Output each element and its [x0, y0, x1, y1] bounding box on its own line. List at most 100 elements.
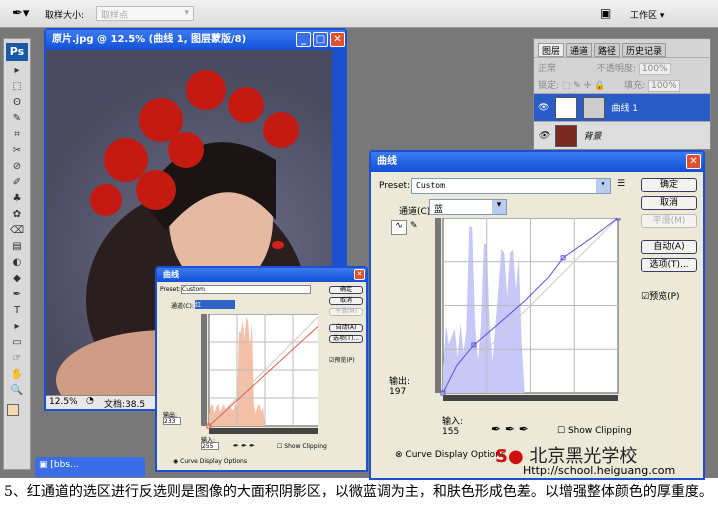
- button-2[interactable]: 平滑(M): [641, 214, 697, 228]
- sample-size-value: 取样点: [101, 11, 129, 21]
- layer-row[interactable]: 👁 背景: [534, 121, 710, 149]
- maximize-button[interactable]: □: [313, 32, 328, 47]
- watermark-logo-icon: S●: [495, 446, 524, 467]
- tool-15[interactable]: T: [6, 305, 28, 320]
- visibility-eye-icon[interactable]: 👁: [538, 131, 549, 141]
- eyedropper-icon[interactable]: ✒▾: [12, 6, 29, 21]
- input-input[interactable]: 255: [201, 442, 219, 450]
- output-value[interactable]: 197: [389, 387, 406, 397]
- tool-2[interactable]: ʘ: [6, 97, 28, 112]
- tool-8[interactable]: ♣: [6, 193, 28, 208]
- show-clipping-label: Show Clipping: [567, 426, 632, 436]
- preset-options-icon[interactable]: ☰: [617, 179, 625, 189]
- input-gradient-bar: [209, 428, 318, 434]
- preview-checkbox[interactable]: ☑预览(P): [641, 289, 680, 302]
- layers-tab-3[interactable]: 历史记录: [622, 43, 667, 57]
- zoom-level[interactable]: 12.5%: [49, 397, 78, 407]
- tool-0[interactable]: ▸: [6, 65, 28, 80]
- minimized-window[interactable]: ▣ [bbs...: [35, 457, 145, 477]
- button-1[interactable]: 取消: [641, 196, 697, 210]
- lock-icons[interactable]: ⬚ ✎ ✛ 🔒: [562, 81, 605, 91]
- document-title: 原片.jpg @ 12.5% (曲线 1, 图层蒙版/8): [52, 34, 247, 45]
- foreground-color-swatch[interactable]: [7, 404, 19, 416]
- tool-14[interactable]: ✒: [6, 289, 28, 304]
- tool-16[interactable]: ▸: [6, 321, 28, 336]
- sample-size-select[interactable]: 取样点 ▾: [96, 6, 194, 21]
- tool-17[interactable]: ▭: [6, 337, 28, 352]
- layers-tab-0[interactable]: 图层: [538, 43, 565, 57]
- opacity-input[interactable]: 100%: [638, 63, 671, 75]
- channel-value: 红: [195, 302, 202, 309]
- button-1[interactable]: 取消: [329, 297, 363, 305]
- layers-tab-1[interactable]: 通道: [566, 43, 593, 57]
- visibility-eye-icon[interactable]: 👁: [538, 103, 549, 113]
- tool-5[interactable]: ✂: [6, 145, 28, 160]
- tool-12[interactable]: ◐: [6, 257, 28, 272]
- dialog-title: 曲线: [163, 270, 179, 279]
- layers-tab-2[interactable]: 路径: [594, 43, 621, 57]
- layer-thumbnail: [555, 124, 578, 147]
- tool-4[interactable]: ⌗: [6, 129, 28, 144]
- dialog-title-bar: 曲线 ✕: [371, 152, 703, 172]
- button-0[interactable]: 确定: [329, 286, 363, 294]
- document-title-bar: 原片.jpg @ 12.5% (曲线 1, 图层蒙版/8) _ □ ✕: [46, 30, 345, 50]
- tool-13[interactable]: ◆: [6, 273, 28, 288]
- layer-row[interactable]: 👁 曲线 1: [534, 93, 710, 121]
- layer-name: 背景: [583, 132, 602, 142]
- channel-select[interactable]: 红: [195, 300, 235, 309]
- preset-label: Preset:: [160, 286, 181, 293]
- input-gradient-bar: [443, 395, 618, 401]
- curve-display-options-label: Curve Display Options: [405, 450, 506, 460]
- curve-edit-tool-icon[interactable]: ∿: [391, 220, 407, 235]
- caption-text: 5、红通道的选区进行反选则是图像的大面积阴影区，以微蓝调为主，和肤色形成色差。以…: [4, 484, 713, 500]
- tool-6[interactable]: ⊘: [6, 161, 28, 176]
- layer-thumbnail: [555, 96, 578, 119]
- preset-select[interactable]: Custom ▾: [411, 178, 611, 194]
- show-clipping-checkbox[interactable]: ☐ Show Clipping: [557, 426, 632, 436]
- preset-select[interactable]: Custom: [181, 285, 311, 294]
- close-button[interactable]: ✕: [330, 32, 345, 47]
- bridge-icon[interactable]: ▣: [600, 6, 611, 20]
- eyedropper-icons[interactable]: ✒ ✒ ✒: [491, 422, 529, 436]
- tool-7[interactable]: ✐: [6, 177, 28, 192]
- document-info: 文档:38.5: [104, 400, 146, 410]
- button-3[interactable]: 自动(A): [641, 240, 697, 255]
- layer-name: 曲线 1: [611, 104, 639, 114]
- blend-mode-select[interactable]: 正常: [538, 64, 556, 74]
- curve-display-options[interactable]: ◉ Curve Display Options: [173, 458, 247, 465]
- channel-value: 蓝: [434, 205, 444, 215]
- tool-1[interactable]: ⬚: [6, 81, 28, 96]
- curve-graph[interactable]: [435, 218, 625, 413]
- fill-input[interactable]: 100%: [648, 80, 680, 92]
- tool-10[interactable]: ⌫: [6, 225, 28, 240]
- tool-11[interactable]: ▤: [6, 241, 28, 256]
- tool-18[interactable]: ☞: [6, 353, 28, 368]
- close-button[interactable]: ✕: [686, 154, 701, 169]
- preview-checkbox[interactable]: ☑预览(P): [329, 355, 355, 364]
- curve-graph[interactable]: [201, 314, 318, 440]
- output-label: 输出:: [389, 377, 411, 387]
- close-button[interactable]: ✕: [354, 269, 365, 280]
- tool-3[interactable]: ✎: [6, 113, 28, 128]
- tool-19[interactable]: ✋: [6, 369, 28, 384]
- button-4[interactable]: 选项(T)...: [329, 334, 363, 343]
- tool-9[interactable]: ✿: [6, 209, 28, 224]
- status-menu-icon[interactable]: ◔: [86, 396, 94, 406]
- channel-select[interactable]: 蓝 ▾: [429, 199, 507, 215]
- button-0[interactable]: 确定: [641, 178, 697, 192]
- tool-20[interactable]: 🔍: [6, 385, 28, 400]
- button-2[interactable]: 平滑(M): [329, 308, 363, 316]
- workspace-menu[interactable]: 工作区 ▾: [630, 8, 664, 21]
- preview-label: 预览(P): [649, 292, 680, 302]
- button-4[interactable]: 选项(T)...: [641, 258, 697, 273]
- output-input[interactable]: 233: [163, 417, 181, 425]
- input-value[interactable]: 155: [442, 427, 459, 437]
- mask-thumbnail: [583, 96, 606, 119]
- minimized-window-title: [bbs...: [50, 460, 79, 470]
- minimize-button[interactable]: _: [296, 32, 311, 47]
- button-3[interactable]: 自动(A): [329, 323, 363, 332]
- eyedropper-icons[interactable]: ✒ ✒ ✒: [233, 442, 255, 450]
- curve-display-options[interactable]: ⊗ Curve Display Options: [395, 450, 506, 460]
- show-clipping-checkbox[interactable]: ☐ Show Clipping: [277, 443, 327, 450]
- pencil-tool-icon[interactable]: ✎: [410, 221, 418, 231]
